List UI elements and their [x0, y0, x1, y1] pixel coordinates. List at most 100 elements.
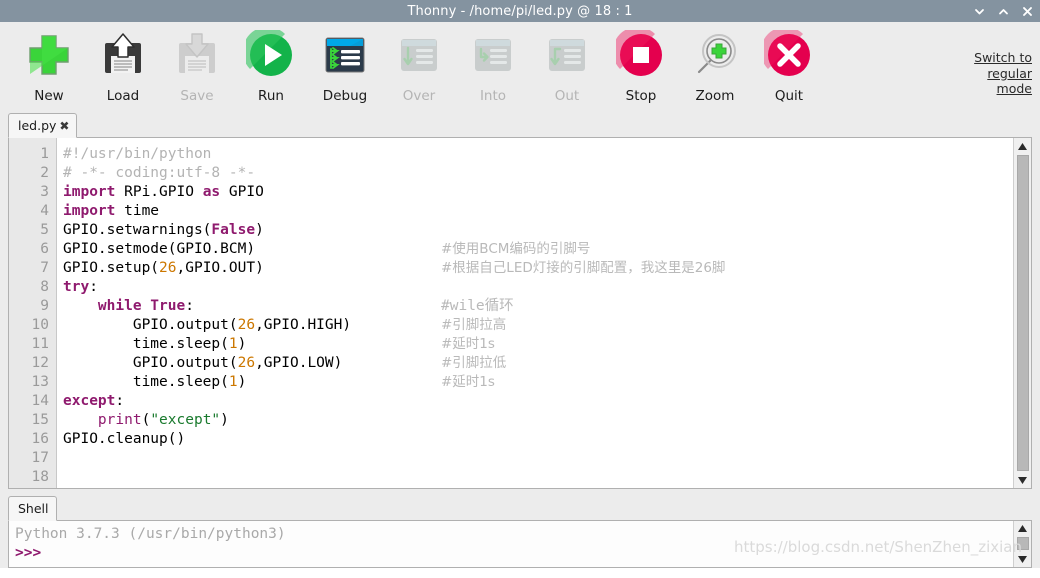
- mode-link-line3: mode: [996, 81, 1032, 96]
- floppy-down-icon: [170, 28, 224, 82]
- window-controls: [973, 0, 1034, 22]
- magnifier-plus-icon: [688, 28, 742, 82]
- stop-button[interactable]: Stop: [604, 28, 678, 104]
- step-into-button[interactable]: Into: [456, 28, 530, 104]
- line-number: 15: [31, 412, 49, 428]
- save-button[interactable]: Save: [160, 28, 234, 104]
- code-line: import time: [63, 203, 160, 219]
- mode-link-line2: regular: [987, 65, 1032, 81]
- x-circle-icon: [762, 28, 816, 82]
- save-label: Save: [180, 88, 214, 104]
- code-line: # -*- coding:utf-8 -*-: [63, 164, 1031, 183]
- step-over-button[interactable]: Over: [382, 28, 456, 104]
- line-number: 5: [40, 222, 49, 238]
- shell-console[interactable]: Python 3.7.3 (/usr/bin/python3) >>>: [8, 521, 1032, 568]
- shell-tabstrip: Shell: [8, 495, 1032, 521]
- code-comment: #引脚拉高: [441, 317, 507, 333]
- shell-info-line: Python 3.7.3 (/usr/bin/python3): [15, 526, 286, 542]
- line-number: 11: [31, 336, 49, 352]
- line-number: 4: [40, 203, 49, 219]
- code-line-text: # -*- coding:utf-8 -*-: [63, 165, 256, 181]
- step-out-button[interactable]: Out: [530, 28, 604, 104]
- shell-tab[interactable]: Shell: [8, 496, 57, 521]
- code-line: GPIO.setwarnings(False): [63, 222, 264, 238]
- editor-vertical-scrollbar[interactable]: [1013, 138, 1031, 488]
- editor-tab-led-py[interactable]: led.py ✖: [8, 113, 78, 138]
- debug-label: Debug: [322, 88, 368, 104]
- main-toolbar: New Load Save Run Debug Over Into Out St…: [0, 22, 1040, 112]
- shell-area: Shell Python 3.7.3 (/usr/bin/python3) >>…: [0, 489, 1040, 568]
- load-button[interactable]: Load: [86, 28, 160, 104]
- shell-scrollbar-thumb[interactable]: [1016, 537, 1029, 550]
- new-label: New: [34, 88, 64, 104]
- step-into-label: Into: [479, 88, 507, 104]
- minimize-icon[interactable]: [973, 5, 986, 18]
- step-over-label: Over: [402, 88, 436, 104]
- code-line: time.sleep(1) #延时1s: [63, 336, 495, 352]
- editor-tab-close-icon[interactable]: ✖: [59, 120, 69, 132]
- scroll-down-icon[interactable]: [1013, 472, 1031, 488]
- new-button[interactable]: New: [12, 28, 86, 104]
- code-line: GPIO.output(26,GPIO.HIGH) #引脚拉高: [63, 317, 507, 333]
- shell-prompt-line: >>>: [15, 544, 1031, 563]
- code-comment: #使用BCM编码的引脚号: [441, 241, 591, 257]
- zoom-button[interactable]: Zoom: [678, 28, 752, 104]
- code-line: GPIO.cleanup(): [63, 431, 186, 447]
- code-line-text: #!/usr/bin/python: [63, 146, 212, 162]
- run-button[interactable]: Run: [234, 28, 308, 104]
- line-number: 6: [40, 241, 49, 257]
- code-comment: #根据自己LED灯接的引脚配置，我这里是26脚: [441, 260, 726, 276]
- step-into-icon: [466, 28, 520, 82]
- line-number: 17: [31, 450, 49, 466]
- line-number: 3: [40, 184, 49, 200]
- line-number: 7: [40, 260, 49, 276]
- code-editor[interactable]: 1 2 3 4 5 6 7 8 9 10 11 12 13 14 15 16 1…: [8, 138, 1032, 489]
- code-line: GPIO.output(26,GPIO.LOW) #引脚拉低: [63, 355, 507, 371]
- mode-link-line1: Switch to: [974, 50, 1032, 65]
- editor-area: led.py ✖ 1 2 3 4 5 6 7 8 9 10 11 12 13 1…: [0, 112, 1040, 489]
- line-number: 10: [31, 317, 49, 333]
- window-title: Thonny - /home/pi/led.py @ 18 : 1: [407, 3, 633, 19]
- plus-icon: [22, 28, 76, 82]
- code-line: try:: [63, 279, 98, 295]
- code-comment: #延时1s: [441, 374, 495, 390]
- line-number: 2: [40, 165, 49, 181]
- debug-button[interactable]: Debug: [308, 28, 382, 104]
- editor-tab-label: led.py: [18, 118, 57, 133]
- play-icon: [244, 28, 298, 82]
- zoom-label: Zoom: [695, 88, 735, 104]
- line-number: 18: [31, 469, 49, 485]
- code-line: time.sleep(1) #延时1s: [63, 374, 495, 390]
- scrollbar-thumb[interactable]: [1016, 155, 1029, 471]
- load-label: Load: [106, 88, 140, 104]
- scrollbar-track[interactable]: [1013, 154, 1031, 472]
- shell-tab-label: Shell: [18, 501, 49, 516]
- editor-tabstrip: led.py ✖: [8, 112, 1032, 138]
- stop-label: Stop: [625, 88, 657, 104]
- line-number-gutter: 1 2 3 4 5 6 7 8 9 10 11 12 13 14 15 16 1…: [9, 138, 57, 488]
- code-line: except:: [63, 393, 125, 409]
- quit-button[interactable]: Quit: [752, 28, 826, 104]
- code-comment: #wile循环: [441, 298, 514, 314]
- close-icon[interactable]: [1021, 5, 1034, 18]
- maximize-icon[interactable]: [997, 5, 1010, 18]
- quit-label: Quit: [774, 88, 804, 104]
- code-line: import RPi.GPIO as GPIO: [63, 184, 264, 200]
- step-out-icon: [540, 28, 594, 82]
- code-line: while True: #wile循环: [97, 298, 514, 314]
- line-number: 8: [40, 279, 49, 295]
- code-comment: #延时1s: [441, 336, 495, 352]
- line-number: 13: [31, 374, 49, 390]
- scroll-up-icon[interactable]: [1013, 138, 1031, 154]
- shell-scrollbar-track[interactable]: [1013, 536, 1031, 551]
- code-line: #!/usr/bin/python: [63, 145, 1031, 164]
- switch-to-regular-mode-link[interactable]: Switch to regular mode: [962, 50, 1032, 97]
- code-text-area[interactable]: #!/usr/bin/python # -*- coding:utf-8 -*-…: [57, 138, 1031, 488]
- shell-vertical-scrollbar[interactable]: [1013, 521, 1031, 567]
- shell-scroll-down-icon[interactable]: [1013, 551, 1031, 567]
- shell-scroll-up-icon[interactable]: [1013, 521, 1031, 536]
- line-number: 14: [31, 393, 49, 409]
- line-number: 1: [40, 146, 49, 162]
